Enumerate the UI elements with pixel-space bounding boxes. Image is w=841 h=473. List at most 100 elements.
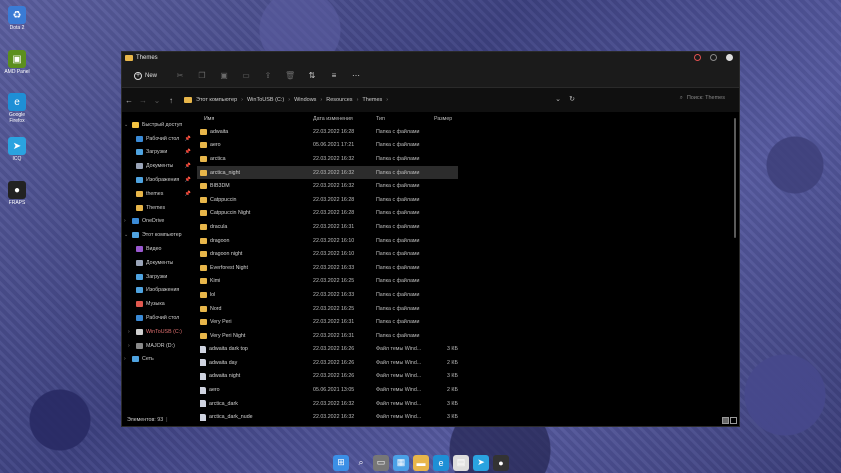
file-row[interactable]: adwaita 22.03.2022 16:28 Папка с файлами [197,125,739,139]
sidebar-item[interactable]: themes 📌 [122,187,197,201]
file-row[interactable]: Very Peri 22.03.2022 16:31 Папка с файлами [197,315,739,329]
refresh-icon[interactable]: ↻ [569,95,575,103]
file-row[interactable]: lol 22.03.2022 16:33 Папка с файлами [197,288,739,302]
file-row[interactable]: dracula 22.03.2022 16:31 Папка с файлами [197,220,739,234]
rename-icon[interactable]: ▭ [235,71,257,80]
file-row[interactable]: aero 05.06.2021 13:05 Файл темы Wind... 2 К… [197,383,739,397]
file-row[interactable]: arctica 22.03.2022 16:32 Папка с файлами [197,152,739,166]
file-row[interactable]: adwaita dark top 22.03.2022 16:26 Файл тем… [197,343,739,357]
file-row[interactable]: adwaita day 22.03.2022 16:26 Файл темы Win… [197,356,739,370]
new-button[interactable]: + New [130,70,161,82]
chevron-icon[interactable]: › [128,329,136,335]
chevron-icon[interactable]: ⌄ [124,232,132,238]
desktop-shortcut[interactable]: ▣ AMD Panel [4,50,30,75]
column-date-header[interactable]: Дата изменения [313,116,353,122]
file-row[interactable]: Everforest Night 22.03.2022 16:33 Папка с … [197,261,739,275]
file-row[interactable]: adwaita night 22.03.2022 16:26 Файл темы W… [197,370,739,384]
sort-icon[interactable]: ⇅ [301,71,323,80]
widgets-icon[interactable]: ▦ [393,454,409,471]
paste-icon[interactable]: ▣ [213,71,235,80]
column-type-header[interactable]: Тип [376,116,385,122]
chevron-icon[interactable]: › [124,218,132,224]
sidebar-item[interactable]: Рабочий стол [122,311,197,325]
file-row[interactable]: arctica_night 22.03.2022 16:32 Папка с фай… [197,165,458,180]
sidebar-item[interactable]: › MAJOR (D:) [122,339,197,353]
more-options-icon[interactable]: ⋯ [345,71,367,80]
forward-arrow-icon[interactable]: → [136,96,150,105]
maximize-button[interactable] [710,54,717,61]
share-icon[interactable]: ⇪ [257,71,279,80]
file-row[interactable]: dragoon night 22.03.2022 16:10 Папка с фай… [197,247,739,261]
chevron-icon[interactable]: › [128,343,136,349]
file-row[interactable]: BIB3DM 22.03.2022 16:32 Папка с файлами [197,179,739,193]
breadcrumb-segment[interactable]: Themes [362,97,382,103]
file-row[interactable]: Nord 22.03.2022 16:25 Папка с файлами [197,302,739,316]
file-name-cell: aero [200,142,221,149]
breadcrumb-segment[interactable]: Windows [294,97,316,103]
file-row[interactable]: Catppuccin 22.03.2022 16:28 Папка с файлам… [197,193,739,207]
minimize-button[interactable] [694,54,701,61]
sidebar-item[interactable]: Документы 📌 [122,159,197,173]
breadcrumb-segment[interactable]: WinToUSB (C:) [247,97,284,103]
sidebar-item[interactable]: › WinToUSB (C:) [122,325,197,339]
file-name-cell: lol [200,291,215,298]
copy-icon[interactable]: ❐ [191,71,213,80]
obs-icon[interactable]: ● [493,454,509,471]
sidebar-item[interactable]: Рабочий стол 📌 [122,132,197,146]
file-explorer-window: Themes + New ✂ ❐ ▣ ▭ ⇪ 🗑 ⇅ ≡ ⋯ ← → ⌄ ↑ Э… [121,51,740,427]
file-row[interactable]: Very Peri Night 22.03.2022 16:31 Папка с ф… [197,329,739,343]
breadcrumb[interactable]: Этот компьютер › WinToUSB (C:) › Windows › Res… [184,97,388,103]
file-row[interactable]: Catppuccin Night 22.03.2022 16:28 Папка с … [197,207,739,221]
file-size: 2 КБ [447,387,458,394]
file-explorer-icon[interactable]: ▬ [413,454,429,471]
recent-chevron-icon[interactable]: ⌄ [150,96,164,105]
telegram-icon[interactable]: ➤ [473,454,489,471]
windows-start-icon[interactable]: ⊞ [333,454,349,471]
breadcrumb-segment[interactable]: Этот компьютер [196,97,237,103]
up-arrow-icon[interactable]: ↑ [164,96,178,105]
sidebar-item[interactable]: Документы [122,256,197,270]
sidebar-item[interactable]: Изображения [122,284,197,298]
cut-icon[interactable]: ✂ [169,71,191,80]
task-view-icon[interactable]: ▭ [373,454,389,471]
address-dropdown-icon[interactable]: ⌄ [555,95,561,103]
column-name-header[interactable]: Имя [204,116,214,122]
sidebar-item[interactable]: ⌄ Быстрый доступ [122,118,197,132]
desktop-shortcut[interactable]: e Google Firefox [4,93,30,124]
pin-icon: 📌 [184,177,191,184]
tiles-view-button[interactable] [730,417,737,424]
close-button[interactable] [726,54,733,61]
sidebar-item[interactable]: › OneDrive [122,215,197,229]
delete-icon[interactable]: 🗑 [279,71,301,80]
chevron-icon[interactable]: › [124,356,132,362]
search-icon[interactable]: ⌕ [353,455,369,471]
back-arrow-icon[interactable]: ← [122,96,136,105]
sidebar-item[interactable]: Themes [122,201,197,215]
file-row[interactable]: Kimi 22.03.2022 16:25 Папка с файлами [197,275,739,289]
view-icon[interactable]: ≡ [323,71,345,80]
calendar-icon[interactable]: ▤ [453,454,469,471]
sidebar-item-label: Сеть [142,356,154,363]
desktop-shortcut[interactable]: ● FRAPS [4,181,30,206]
sidebar-item[interactable]: Видео [122,242,197,256]
file-date: 05.06.2021 13:05 [313,387,355,394]
desktop-shortcut[interactable]: ➤ ICQ [4,137,30,162]
file-row[interactable]: arctica_dark 22.03.2022 16:32 Файл темы Wi… [197,397,739,411]
search-box[interactable]: ⌕ Поиск: Themes [680,95,725,102]
edge-icon[interactable]: e [433,454,449,471]
sidebar-item[interactable]: Загрузки [122,270,197,284]
breadcrumb-segment[interactable]: Resources [326,97,352,103]
sidebar-item[interactable]: Изображения 📌 [122,173,197,187]
chevron-icon[interactable]: ⌄ [124,122,132,128]
file-row[interactable]: aero 05.06.2021 17:21 Папка с файлами [197,139,739,153]
desktop-shortcut[interactable]: ♻ Dota 2 [4,6,30,31]
taskbar: ⊞ ⌕ ▭ ▦ ▬ e ▤ ➤ ● [333,452,509,473]
sidebar-item[interactable]: › Сеть [122,353,197,367]
column-size-header[interactable]: Размер [434,116,458,122]
sidebar-item[interactable]: Загрузки 📌 [122,146,197,160]
sidebar-item[interactable]: Музыка [122,297,197,311]
file-row[interactable]: dragoon 22.03.2022 16:10 Папка с файлами [197,234,739,248]
details-view-button[interactable] [722,417,729,424]
sidebar-item[interactable]: ⌄ Этот компьютер [122,228,197,242]
scrollbar[interactable] [734,118,736,238]
